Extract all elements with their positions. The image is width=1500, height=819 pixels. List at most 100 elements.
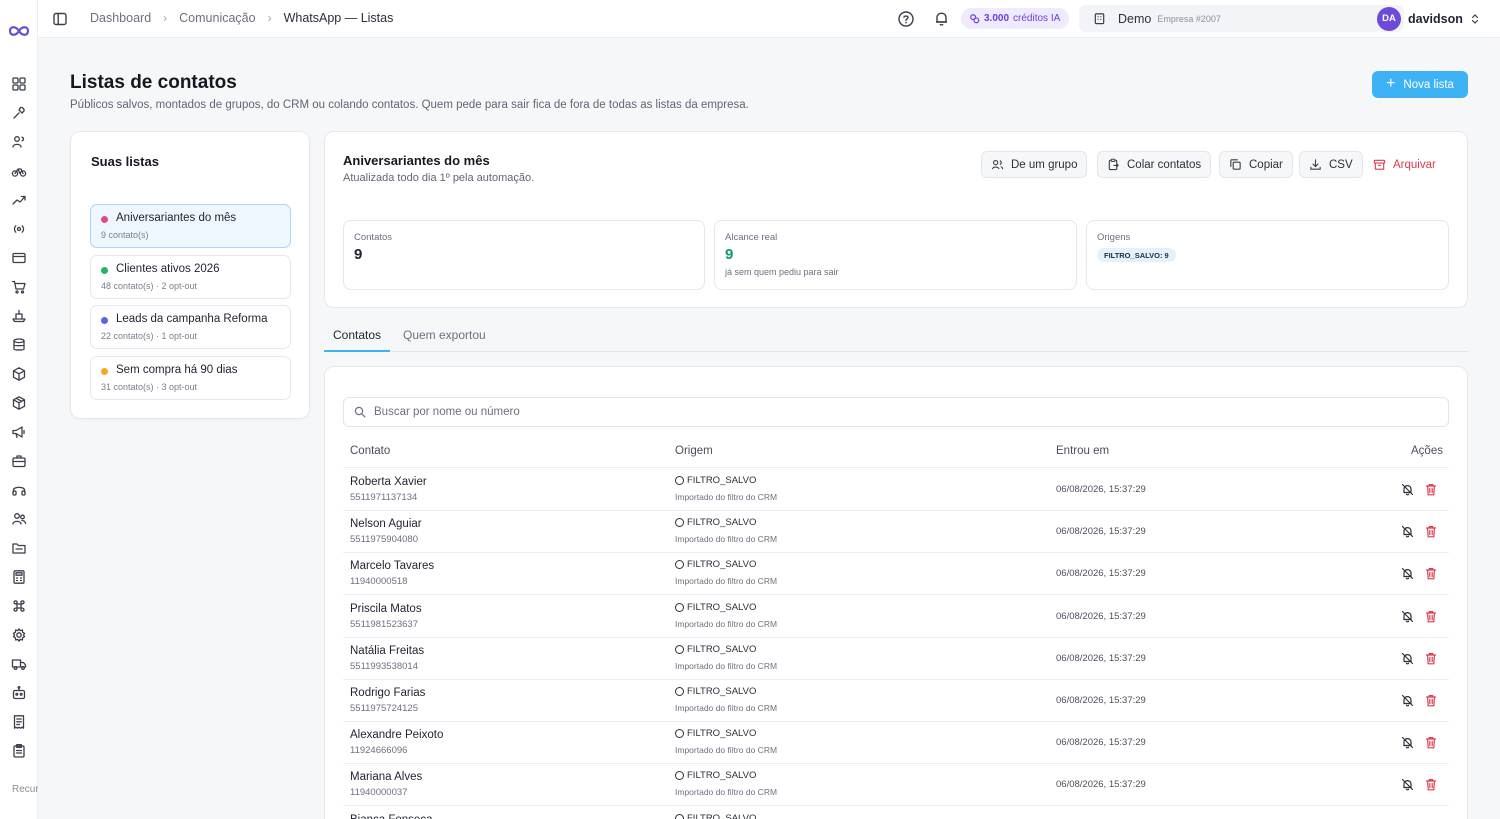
bell-off-icon[interactable] [1401,610,1414,623]
list-color-dot [101,216,108,223]
receipt-icon[interactable] [11,714,27,730]
bell-off-icon[interactable] [1401,736,1414,749]
help-icon[interactable] [897,10,915,28]
list-item[interactable]: Clientes ativos 2026 48 contato(s) · 2 op… [90,255,291,299]
trash-icon[interactable] [1425,652,1437,665]
bell-off-icon[interactable] [1401,694,1414,707]
team-icon[interactable] [11,511,27,527]
origin-value: FILTRO_SALVO [687,601,757,613]
ship-icon[interactable] [11,308,27,324]
origin-description: Importado do filtro do CRM [675,660,778,671]
users-icon [991,159,1004,170]
headset-icon[interactable] [11,482,27,498]
trash-icon[interactable] [1425,483,1437,496]
building-icon [1094,13,1105,25]
ai-credits-badge[interactable]: 3.000 créditos IA [961,8,1070,29]
list-item[interactable]: Sem compra há 90 dias 31 contato(s) · 3 o… [90,356,291,400]
table-row[interactable]: Rodrigo Farias 5511975724125 FILTRO_SALVO I… [343,680,1449,722]
company-selector[interactable]: Demo Empresa #2007 [1079,5,1404,32]
paste-contacts-button[interactable]: Colar contatos [1097,151,1212,178]
lists-panel: Suas listas Aniversariantes do mês 9 cont… [70,131,310,419]
cart-icon[interactable] [11,279,27,295]
table-row[interactable]: Nelson Aguiar 5511975904080 FILTRO_SALVO Im… [343,511,1449,554]
column-contact: Contato [350,445,391,457]
origin-value: FILTRO_SALVO [687,643,757,655]
trash-icon[interactable] [1425,525,1437,538]
contacts-card: Contato Origem Entrou em Ações Roberta X… [324,366,1468,819]
circle-icon [675,602,684,612]
tab-contatos[interactable]: Contatos [333,328,381,342]
radio-icon[interactable] [11,221,27,237]
sidebar-toggle-icon[interactable] [52,11,68,27]
tab-quem-exportou[interactable]: Quem exportou [403,328,486,342]
table-row[interactable]: Roberta Xavier 5511971137134 FILTRO_SALVO I… [343,469,1449,511]
table-row[interactable]: Priscila Matos 5511981523637 FILTRO_SALVO I… [343,596,1449,638]
table-row[interactable]: Bianca Fonseca FILTRO_SALVO [343,807,1449,819]
page-title: Listas de contatos [70,72,237,93]
bell-off-icon[interactable] [1401,567,1414,580]
bike-icon[interactable] [11,163,27,179]
joined-date: 06/08/2026, 15:37:29 [1056,695,1146,706]
list-item[interactable]: Aniversariantes do mês 9 contato(s) [90,204,291,248]
table-row[interactable]: Natália Freitas 5511993538014 FILTRO_SALVO… [343,638,1449,680]
contact-name: Bianca Fonseca [350,814,432,819]
box-icon[interactable] [11,366,27,382]
bell-off-icon[interactable] [1401,652,1414,665]
contact-name: Marcelo Tavares [350,560,435,573]
list-item[interactable]: Leads da campanha Reforma 22 contato(s) ·… [90,305,291,349]
briefcase-icon[interactable] [11,453,27,469]
trash-icon[interactable] [1425,610,1437,623]
archive-icon [1373,159,1386,170]
from-group-button[interactable]: De um grupo [981,151,1088,178]
users-icon[interactable] [11,134,27,150]
dashboard-icon[interactable] [11,76,27,92]
command-icon[interactable] [11,598,27,614]
joined-date: 06/08/2026, 15:37:29 [1056,484,1146,495]
package-icon[interactable] [11,395,27,411]
breadcrumb-comunicacao[interactable]: Comunicação [179,11,255,25]
megaphone-icon[interactable] [11,424,27,440]
stat-reach-value: 9 [725,246,734,263]
clipboard-icon[interactable] [11,743,27,759]
list-detail-card: Aniversariantes do mês Atualizada todo d… [324,131,1468,308]
copy-button[interactable]: Copiar [1219,151,1293,178]
card-icon[interactable] [11,250,27,266]
trending-icon[interactable] [11,192,27,208]
infinity-logo[interactable] [6,22,32,40]
table-row[interactable]: Marcelo Tavares 11940000518 FILTRO_SALVO Im… [343,553,1449,596]
breadcrumb-dashboard[interactable]: Dashboard [90,11,151,25]
origin-tag: FILTRO_SALVO [675,770,756,781]
trash-icon[interactable] [1425,778,1437,791]
trash-icon[interactable] [1425,736,1437,749]
csv-button[interactable]: CSV [1299,151,1363,178]
table-row[interactable]: Alexandre Peixoto 11924666096 FILTRO_SALVO… [343,722,1449,765]
origin-tag: FILTRO_SALVO [675,517,756,528]
bell-off-icon[interactable] [1401,778,1414,791]
bell-off-icon[interactable] [1401,483,1414,496]
database-icon[interactable] [11,337,27,353]
new-list-button[interactable]: + Nova lista [1372,71,1468,98]
stat-reach-note: já sem quem pediu para sair [725,267,839,277]
folder-icon[interactable] [11,540,27,556]
trash-icon[interactable] [1425,567,1437,580]
calculator-icon[interactable] [11,569,27,585]
stat-origins: Origens FILTRO_SALVO: 9 [1086,220,1449,290]
settings-icon[interactable] [11,627,27,643]
table-row[interactable]: Mariana Alves 11940000037 FILTRO_SALVO Impo… [343,764,1449,807]
trash-icon[interactable] [1425,694,1437,707]
wrench-icon[interactable] [11,105,27,121]
search-input[interactable] [374,406,1274,418]
download-icon [1310,159,1321,170]
circle-icon [675,518,684,528]
truck-icon[interactable] [11,656,27,672]
archive-button[interactable]: Arquivar [1363,151,1446,178]
bot-icon[interactable] [11,685,27,701]
table-header: Contato Origem Entrou em Ações [343,443,1449,468]
bell-off-icon[interactable] [1401,525,1414,538]
joined-date: 06/08/2026, 15:37:29 [1056,610,1146,622]
joined-date: 06/08/2026, 15:37:29 [1056,526,1146,538]
bell-icon[interactable] [933,10,950,27]
origin-description: Importado do filtro do CRM [675,787,778,798]
search-field[interactable] [343,397,1449,427]
user-menu[interactable]: DA davidson [1377,5,1488,32]
